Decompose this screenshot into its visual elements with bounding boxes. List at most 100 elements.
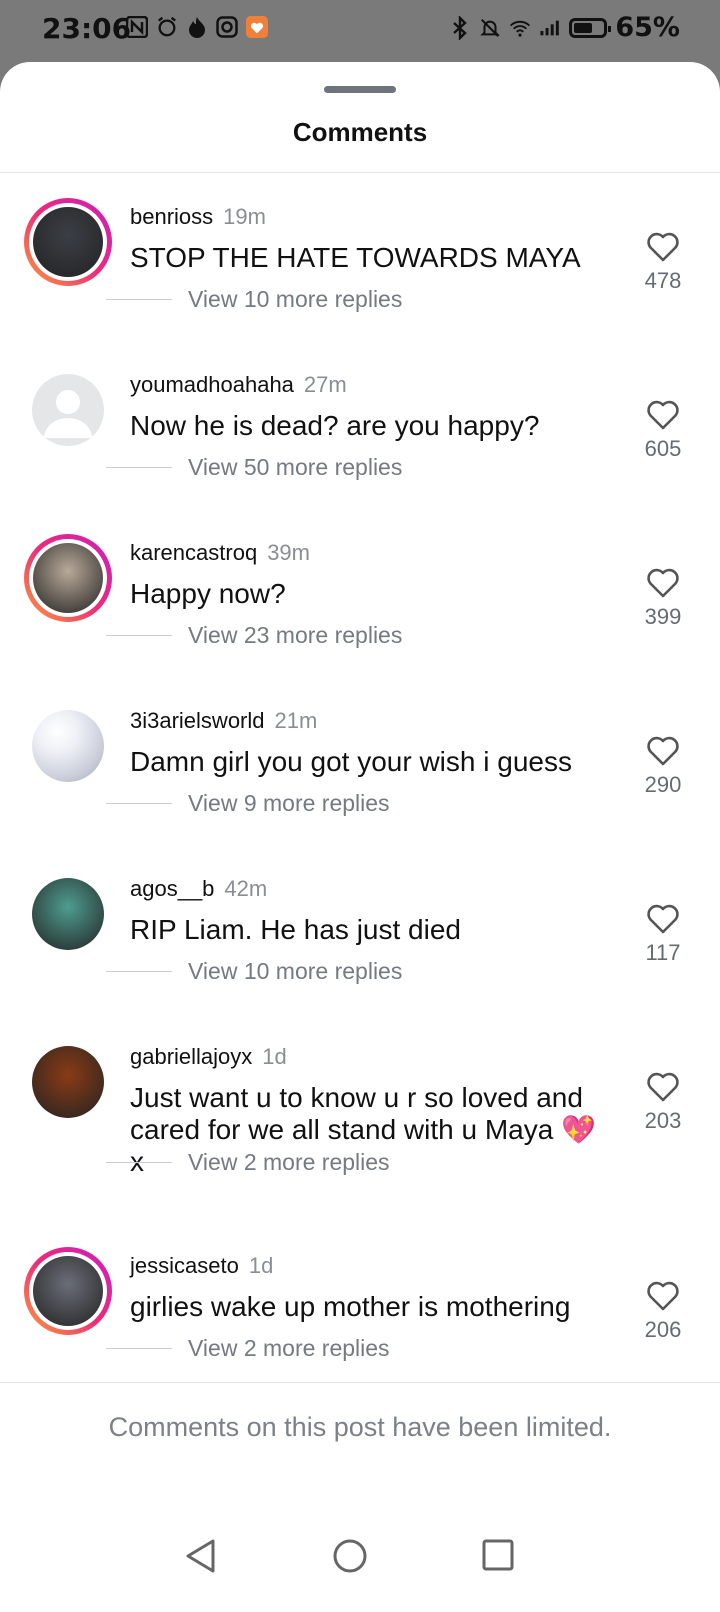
status-right-icons: 65% [449, 12, 680, 43]
avatar[interactable] [24, 534, 112, 622]
view-replies-button[interactable]: View 9 more replies [106, 790, 390, 817]
comment-header: karencastroq 39m [130, 540, 310, 566]
view-replies-label[interactable]: View 2 more replies [188, 1149, 390, 1176]
drag-handle[interactable] [324, 86, 396, 93]
replies-line [106, 1162, 172, 1163]
comment-username[interactable]: agos__b [130, 876, 214, 901]
comment-username[interactable]: benrioss [130, 204, 213, 229]
comment-text: RIP Liam. He has just died [130, 914, 461, 945]
view-replies-label[interactable]: View 2 more replies [188, 1335, 390, 1362]
view-replies-button[interactable]: View 2 more replies [106, 1149, 390, 1176]
comment-username[interactable]: jessicaseto [130, 1253, 239, 1278]
replies-line [106, 635, 172, 636]
comment-text: Now he is dead? are you happy? [130, 410, 540, 441]
mute-icon [479, 17, 501, 39]
recents-icon[interactable] [481, 1538, 515, 1577]
comment-time: 39m [267, 540, 310, 565]
heart-icon[interactable] [628, 736, 698, 766]
comments-sheet: Comments benrioss 19m STOP THE HATE TOWARD… [0, 62, 720, 1612]
like-count: 290 [644, 772, 682, 797]
battery-percent: 65% [615, 12, 680, 43]
replies-line [106, 467, 172, 468]
comment-username[interactable]: gabriellajoyx [130, 1044, 252, 1069]
view-replies-button[interactable]: View 23 more replies [106, 622, 402, 649]
battery-icon [569, 17, 612, 38]
heart-icon[interactable] [628, 400, 698, 430]
replies-line [106, 1348, 172, 1349]
view-replies-button[interactable]: View 50 more replies [106, 454, 402, 481]
status-left-icons [126, 16, 268, 38]
divider [0, 1382, 720, 1383]
comments-limited-notice: Comments on this post have been limited. [108, 1412, 612, 1442]
comment-header: youmadhoahaha 27m [130, 372, 347, 398]
divider [0, 172, 720, 173]
avatar[interactable] [24, 198, 112, 286]
like-count: 399 [644, 604, 682, 629]
replies-line [106, 803, 172, 804]
signal-icon [539, 17, 561, 39]
back-icon[interactable] [184, 1538, 218, 1579]
like-button[interactable]: 605 [628, 400, 698, 462]
heart-icon[interactable] [628, 1281, 698, 1311]
comment-text: Happy now? [130, 578, 286, 609]
like-button[interactable]: 117 [628, 904, 698, 966]
comment-time: 1d [248, 1253, 274, 1278]
view-replies-button[interactable]: View 10 more replies [106, 958, 402, 985]
like-button[interactable]: 203 [628, 1072, 698, 1134]
replies-line [106, 971, 172, 972]
comment-username[interactable]: 3i3arielsworld [130, 708, 265, 733]
comment-header: 3i3arielsworld 21m [130, 708, 317, 734]
view-replies-button[interactable]: View 2 more replies [106, 1335, 390, 1362]
like-button[interactable]: 206 [628, 1281, 698, 1343]
like-count: 117 [645, 940, 681, 965]
sheet-title: Comments [292, 117, 428, 147]
comment-header: jessicaseto 1d [130, 1253, 273, 1279]
like-button[interactable]: 478 [628, 232, 698, 294]
n-icon [126, 16, 148, 38]
avatar[interactable] [24, 1038, 112, 1126]
comment-text: girlies wake up mother is mothering [130, 1291, 571, 1322]
comment-header: agos__b 42m [130, 876, 267, 902]
view-replies-label[interactable]: View 9 more replies [188, 790, 390, 817]
heart-app-icon [246, 16, 268, 38]
comment-time: 21m [274, 708, 318, 733]
flame-icon [186, 16, 208, 38]
avatar[interactable] [24, 702, 112, 790]
heart-icon[interactable] [628, 232, 698, 262]
view-replies-button[interactable]: View 10 more replies [106, 286, 402, 313]
view-replies-label[interactable]: View 50 more replies [188, 454, 402, 481]
home-icon[interactable] [332, 1538, 368, 1579]
status-time: 23:06 [42, 12, 132, 45]
comment-username[interactable]: karencastroq [130, 540, 257, 565]
view-replies-label[interactable]: View 23 more replies [188, 622, 402, 649]
heart-icon[interactable] [628, 904, 698, 934]
comment-text: Damn girl you got your wish i guess [130, 746, 572, 777]
avatar[interactable] [24, 366, 112, 454]
instagram-icon [216, 16, 238, 38]
comment-header: benrioss 19m [130, 204, 266, 230]
comment-time: 42m [224, 876, 268, 901]
comment-time: 19m [223, 204, 266, 229]
comment-header: gabriellajoyx 1d [130, 1044, 287, 1070]
like-count: 605 [644, 436, 682, 461]
comment-username[interactable]: youmadhoahaha [130, 372, 294, 397]
alarm-icon [156, 16, 178, 38]
avatar[interactable] [24, 870, 112, 958]
avatar[interactable] [24, 1247, 112, 1335]
comment-time: 1d [262, 1044, 287, 1069]
like-button[interactable]: 290 [628, 736, 698, 798]
heart-icon[interactable] [628, 1072, 698, 1102]
replies-line [106, 299, 172, 300]
wifi-icon [509, 17, 531, 39]
status-bar: 23:06 65% [0, 0, 720, 62]
bluetooth-icon [449, 15, 471, 40]
view-replies-label[interactable]: View 10 more replies [188, 958, 402, 985]
view-replies-label[interactable]: View 10 more replies [188, 286, 402, 313]
like-button[interactable]: 399 [628, 568, 698, 630]
system-nav-bar [0, 1504, 720, 1612]
like-count: 478 [644, 268, 682, 293]
like-count: 203 [644, 1108, 682, 1133]
comment-text: STOP THE HATE TOWARDS MAYA [130, 242, 581, 273]
comment-list[interactable]: benrioss 19m STOP THE HATE TOWARDS MAYA 478… [0, 174, 720, 1434]
heart-icon[interactable] [628, 568, 698, 598]
